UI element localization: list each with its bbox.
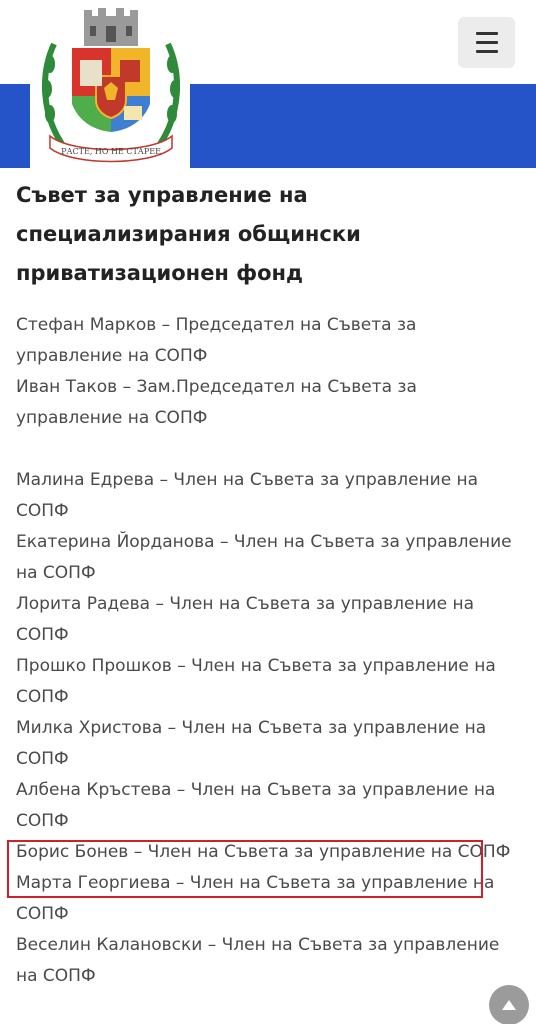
list-item: Иван Таков – Зам.Председател на Съвета з…	[16, 377, 417, 428]
list-item: Стефан Марков – Председател на Съвета за…	[16, 315, 417, 366]
list-item: Милка Христова – Член на Съвета за управ…	[16, 718, 487, 769]
list-item-highlighted: Борис Бонев – Член на Съвета за управлен…	[16, 842, 511, 862]
menu-button[interactable]	[458, 17, 515, 68]
list-item: Веселин Калановски – Член на Съвета за у…	[16, 935, 500, 986]
list-item: Лорита Радева – Член на Съвета за управл…	[16, 594, 475, 645]
scroll-to-top-button[interactable]	[489, 985, 529, 1024]
page: РАСТЕ, НО НЕ СТАРЕЕ Съвет за управление …	[0, 0, 536, 1024]
sofia-coat-of-arms-logo[interactable]: РАСТЕ, НО НЕ СТАРЕЕ	[32, 4, 190, 168]
page-title: Съвет за управление на специализирания о…	[16, 183, 361, 285]
list-item: Прошко Прошков – Член на Съвета за управ…	[16, 656, 496, 707]
svg-text:РАСТЕ, НО НЕ СТАРЕЕ: РАСТЕ, НО НЕ СТАРЕЕ	[61, 147, 161, 156]
members-list: Стефан Марков – Председател на Съвета за…	[16, 310, 521, 992]
header-band-right	[190, 84, 536, 168]
list-item: Екатерина Йорданова – Член на Съвета за …	[16, 532, 512, 583]
list-item: Албена Кръстева – Член на Съвета за упра…	[16, 780, 496, 831]
header-band-left	[0, 84, 30, 168]
hamburger-menu-icon	[475, 32, 498, 35]
list-item: Малина Едрева – Член на Съвета за управл…	[16, 470, 479, 521]
list-item: Марта Георгиева – Член на Съвета за упра…	[16, 873, 495, 924]
chevron-up-icon	[502, 1000, 516, 1010]
